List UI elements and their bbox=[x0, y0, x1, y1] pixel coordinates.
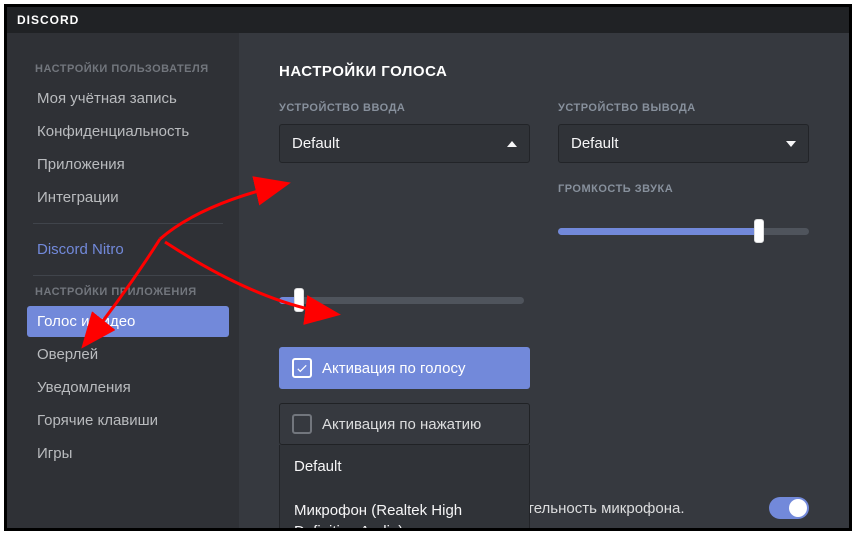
input-volume-slider[interactable] bbox=[279, 288, 524, 314]
sidebar-item-hotkeys[interactable]: Горячие клавиши bbox=[27, 405, 229, 436]
dropdown-option-microphone[interactable]: Микрофон (Realtek High Definition Audio) bbox=[280, 489, 529, 528]
output-device-select[interactable]: Default bbox=[558, 124, 809, 163]
sidebar-header-user: НАСТРОЙКИ ПОЛЬЗОВАТЕЛЯ bbox=[35, 63, 229, 75]
sidebar: НАСТРОЙКИ ПОЛЬЗОВАТЕЛЯ Моя учётная запис… bbox=[7, 33, 239, 528]
voice-activation-row[interactable]: Активация по голосу bbox=[279, 347, 530, 389]
titlebar: DISCORD bbox=[7, 7, 849, 33]
slider-thumb[interactable] bbox=[754, 219, 764, 243]
page-title: НАСТРОЙКИ ГОЛОСА bbox=[279, 63, 809, 80]
sidebar-item-privacy[interactable]: Конфиденциальность bbox=[27, 116, 229, 147]
sidebar-item-nitro[interactable]: Discord Nitro bbox=[27, 234, 229, 265]
output-volume-slider[interactable] bbox=[558, 219, 809, 245]
output-device-value: Default bbox=[571, 135, 619, 152]
push-to-talk-label: Активация по нажатию bbox=[322, 416, 481, 433]
sidebar-header-app: НАСТРОЙКИ ПРИЛОЖЕНИЯ bbox=[35, 286, 229, 298]
sidebar-item-integrations[interactable]: Интеграции bbox=[27, 182, 229, 213]
checkbox-unchecked-icon bbox=[292, 414, 312, 434]
main-panel: НАСТРОЙКИ ГОЛОСА УСТРОЙСТВО ВВОДА Defaul… bbox=[239, 33, 849, 528]
dropdown-option-default[interactable]: Default bbox=[280, 445, 529, 489]
sidebar-item-apps[interactable]: Приложения bbox=[27, 149, 229, 180]
caret-down-icon bbox=[786, 141, 796, 147]
sidebar-item-account[interactable]: Моя учётная запись bbox=[27, 83, 229, 114]
input-device-label: УСТРОЙСТВО ВВОДА bbox=[279, 102, 530, 114]
output-device-label: УСТРОЙСТВО ВЫВОДА bbox=[558, 102, 809, 114]
sidebar-item-overlay[interactable]: Оверлей bbox=[27, 339, 229, 370]
caret-up-icon bbox=[507, 141, 517, 147]
sidebar-item-notifications[interactable]: Уведомления bbox=[27, 372, 229, 403]
input-device-dropdown: Default Микрофон (Realtek High Definitio… bbox=[279, 445, 530, 528]
sensitivity-auto-toggle[interactable] bbox=[769, 497, 809, 519]
input-device-select[interactable]: Default bbox=[279, 124, 530, 163]
input-device-value: Default bbox=[292, 135, 340, 152]
voice-activation-label: Активация по голосу bbox=[322, 360, 465, 377]
sidebar-item-voice-video[interactable]: Голос и видео bbox=[27, 306, 229, 337]
slider-thumb[interactable] bbox=[294, 288, 304, 312]
sidebar-item-games[interactable]: Игры bbox=[27, 438, 229, 469]
push-to-talk-row[interactable]: Активация по нажатию bbox=[279, 403, 530, 445]
checkbox-checked-icon bbox=[292, 358, 312, 378]
toggle-knob bbox=[789, 499, 807, 517]
output-volume-label: ГРОМКОСТЬ ЗВУКА bbox=[558, 183, 809, 195]
